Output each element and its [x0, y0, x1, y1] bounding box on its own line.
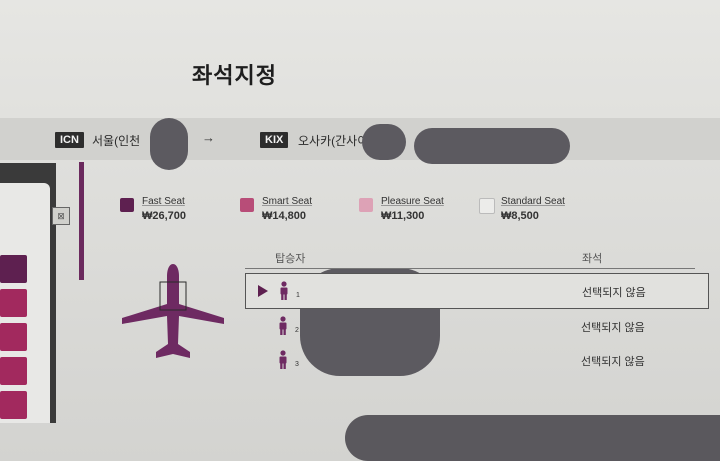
seat-status: 선택되지 않음	[582, 287, 646, 299]
legend-price: ₩11,300	[381, 210, 425, 222]
legend-name: Pleasure Seat	[381, 196, 444, 207]
passenger-index: 2	[295, 327, 299, 334]
cabin-divider	[79, 162, 84, 280]
legend-price: ₩26,700	[142, 210, 187, 222]
person-icon	[279, 350, 287, 369]
person-icon	[279, 316, 287, 335]
seat-map-panel: F	[0, 163, 56, 423]
redaction-mark	[345, 415, 720, 461]
seat[interactable]	[0, 255, 27, 283]
play-arrow-icon	[258, 285, 268, 297]
pleasure-seat-swatch	[359, 198, 373, 212]
seat[interactable]	[0, 357, 27, 385]
seat-status: 선택되지 않음	[581, 356, 645, 368]
table-header-divider	[245, 268, 695, 269]
passenger-column-header: 탑승자	[275, 253, 306, 265]
seat-status: 선택되지 않음	[581, 322, 645, 334]
route-arrow-icon: →	[202, 130, 215, 145]
passenger-index: 3	[295, 361, 299, 368]
screen-background: 좌석지정 ICN 서울(인천 → KIX 오사카(간사이 F ⊠ Fast Se…	[0, 0, 720, 461]
redaction-mark	[414, 128, 570, 164]
passenger-row[interactable]: 1 선택되지 않음	[245, 273, 709, 309]
seat[interactable]	[0, 323, 27, 351]
seat[interactable]	[0, 391, 27, 419]
fast-seat-swatch	[120, 198, 134, 212]
dest-city: 오사카(간사이	[298, 134, 369, 148]
passenger-row[interactable]: 3 선택되지 않음	[245, 343, 707, 377]
legend-name: Standard Seat	[501, 196, 565, 207]
page-title: 좌석지정	[192, 63, 277, 88]
seat-column-header: 좌석	[582, 253, 603, 265]
seat-map-cabin: F	[0, 183, 50, 423]
seat[interactable]	[0, 289, 27, 317]
legend-name: Fast Seat	[142, 196, 185, 207]
origin-city: 서울(인천	[92, 134, 141, 148]
person-icon	[280, 281, 288, 300]
redaction-mark	[150, 118, 188, 170]
origin-code-badge: ICN	[55, 132, 84, 148]
standard-seat-swatch	[479, 198, 495, 214]
redaction-mark	[362, 124, 406, 160]
dest-code-badge: KIX	[260, 132, 289, 148]
passenger-index: 1	[296, 292, 300, 299]
passenger-row[interactable]: 2 선택되지 않음	[245, 309, 707, 343]
airplane-icon	[122, 264, 224, 358]
exit-icon: ⊠	[52, 207, 70, 225]
legend-name: Smart Seat	[262, 196, 313, 207]
legend-price: ₩14,800	[262, 210, 307, 222]
legend-price: ₩8,500	[501, 210, 539, 222]
smart-seat-swatch	[240, 198, 254, 212]
